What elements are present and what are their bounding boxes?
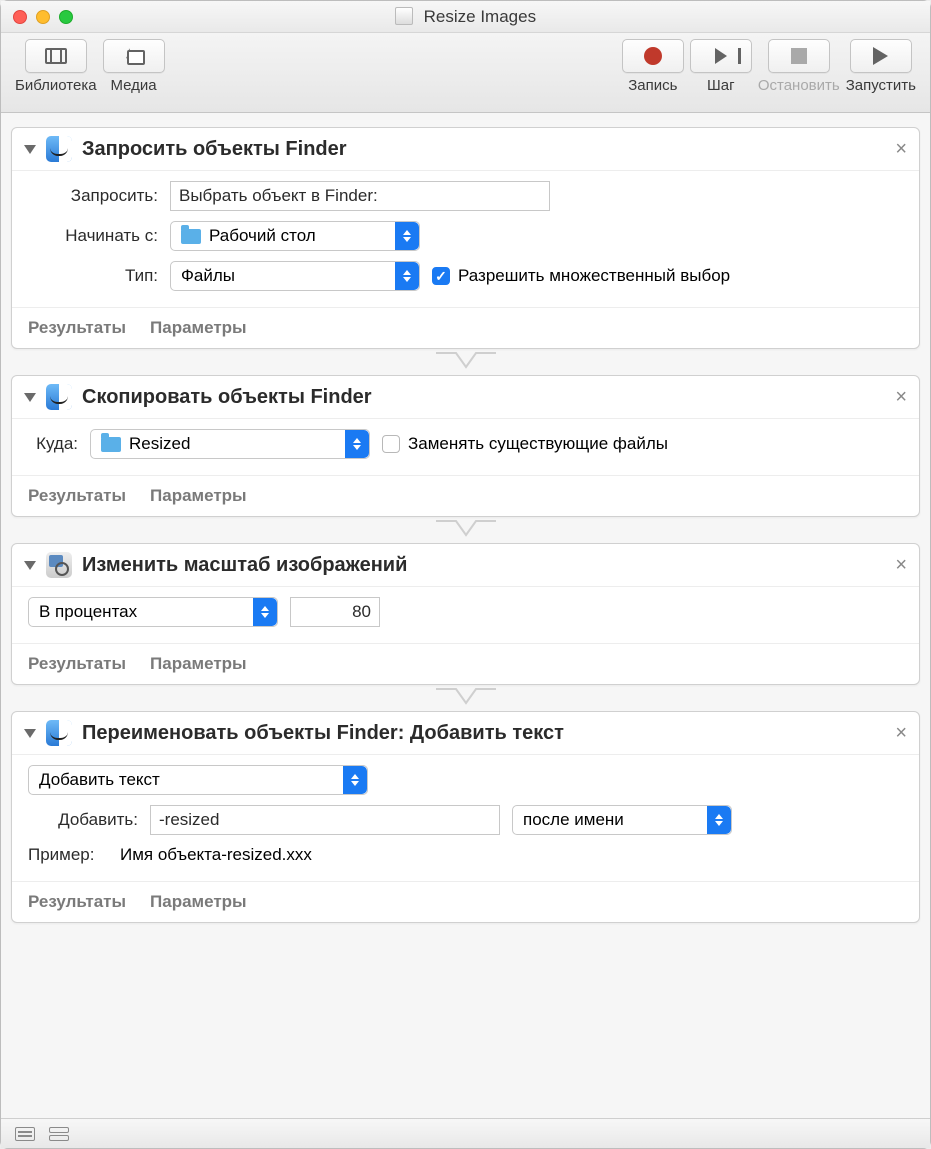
chevron-updown-icon: [395, 262, 419, 290]
prompt-label: Запросить:: [28, 186, 158, 206]
disclosure-triangle[interactable]: [24, 393, 36, 402]
prompt-input[interactable]: [170, 181, 550, 211]
toolbar: Библиотека Медиа Запись Шаг Остановить З…: [1, 33, 930, 113]
remove-action-button[interactable]: ×: [895, 554, 907, 577]
action-scale-images: Изменить масштаб изображений × В процент…: [11, 543, 920, 685]
options-button[interactable]: Параметры: [150, 654, 247, 674]
variables-view-button[interactable]: [49, 1127, 69, 1141]
allow-multiple-checkbox[interactable]: Разрешить множественный выбор: [432, 266, 730, 286]
start-at-select[interactable]: Рабочий стол: [170, 221, 420, 251]
disclosure-triangle[interactable]: [24, 729, 36, 738]
bottom-bar: [1, 1118, 930, 1148]
toolbar-run[interactable]: Запустить: [846, 39, 916, 94]
finder-icon: [46, 384, 72, 410]
chevron-updown-icon: [707, 806, 731, 834]
type-select[interactable]: Файлы: [170, 261, 420, 291]
checkbox-icon: [432, 267, 450, 285]
finder-icon: [46, 720, 72, 746]
checkbox-icon: [382, 435, 400, 453]
document-icon: [395, 7, 413, 25]
connector: [11, 351, 920, 373]
action-copy-finder-items: Скопировать объекты Finder × Куда: Resiz…: [11, 375, 920, 517]
position-select[interactable]: после имени: [512, 805, 732, 835]
toolbar-record[interactable]: Запись: [622, 39, 684, 94]
disclosure-triangle[interactable]: [24, 561, 36, 570]
scale-mode-select[interactable]: В процентах: [28, 597, 278, 627]
action-title: Изменить масштаб изображений: [82, 554, 885, 577]
step-icon: [715, 48, 727, 64]
preview-icon: [46, 552, 72, 578]
chevron-updown-icon: [253, 598, 277, 626]
results-button[interactable]: Результаты: [28, 892, 126, 912]
connector: [11, 687, 920, 709]
disclosure-triangle[interactable]: [24, 145, 36, 154]
remove-action-button[interactable]: ×: [895, 722, 907, 745]
chevron-updown-icon: [395, 222, 419, 250]
media-icon: [123, 47, 145, 65]
options-button[interactable]: Параметры: [150, 486, 247, 506]
action-title: Скопировать объекты Finder: [82, 386, 885, 409]
destination-select[interactable]: Resized: [90, 429, 370, 459]
library-icon: [45, 48, 67, 64]
folder-icon: [181, 229, 201, 244]
remove-action-button[interactable]: ×: [895, 138, 907, 161]
results-button[interactable]: Результаты: [28, 318, 126, 338]
example-label: Пример:: [28, 845, 108, 865]
connector: [11, 519, 920, 541]
action-title: Переименовать объекты Finder: Добавить т…: [82, 722, 885, 745]
to-label: Куда:: [28, 434, 78, 454]
options-button[interactable]: Параметры: [150, 892, 247, 912]
results-button[interactable]: Результаты: [28, 654, 126, 674]
scale-value-input[interactable]: [290, 597, 380, 627]
toolbar-media[interactable]: Медиа: [103, 39, 165, 94]
replace-existing-checkbox[interactable]: Заменять существующие файлы: [382, 434, 668, 454]
chevron-updown-icon: [345, 430, 369, 458]
toolbar-stop: Остановить: [758, 39, 840, 94]
action-title: Запросить объекты Finder: [82, 138, 885, 161]
chevron-updown-icon: [343, 766, 367, 794]
play-icon: [873, 47, 888, 65]
action-rename-finder-items: Переименовать объекты Finder: Добавить т…: [11, 711, 920, 923]
folder-icon: [101, 437, 121, 452]
stop-icon: [791, 48, 807, 64]
type-label: Тип:: [28, 266, 158, 286]
example-value: Имя объекта-resized.xxx: [120, 845, 312, 865]
options-button[interactable]: Параметры: [150, 318, 247, 338]
log-view-button[interactable]: [15, 1127, 35, 1141]
action-ask-finder-items: Запросить объекты Finder × Запросить: На…: [11, 127, 920, 349]
workflow-canvas[interactable]: Запросить объекты Finder × Запросить: На…: [1, 113, 930, 1118]
rename-mode-select[interactable]: Добавить текст: [28, 765, 368, 795]
results-button[interactable]: Результаты: [28, 486, 126, 506]
start-at-label: Начинать с:: [28, 226, 158, 246]
toolbar-step[interactable]: Шаг: [690, 39, 752, 94]
window-title-text: Resize Images: [424, 7, 536, 26]
remove-action-button[interactable]: ×: [895, 386, 907, 409]
titlebar: Resize Images: [1, 1, 930, 33]
finder-icon: [46, 136, 72, 162]
add-label: Добавить:: [28, 810, 138, 830]
window-title: Resize Images: [1, 7, 930, 27]
toolbar-library[interactable]: Библиотека: [15, 39, 97, 94]
add-text-input[interactable]: [150, 805, 500, 835]
record-icon: [644, 47, 662, 65]
